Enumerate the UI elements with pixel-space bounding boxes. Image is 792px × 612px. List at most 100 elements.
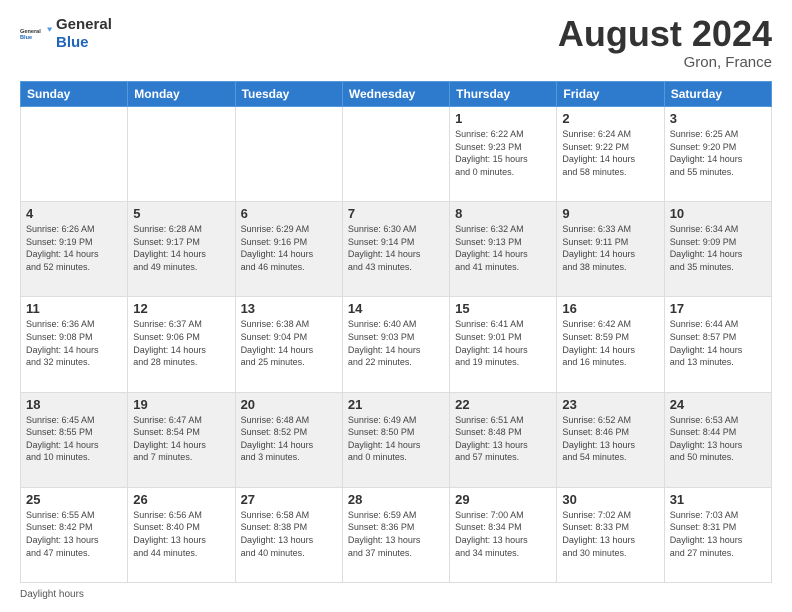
calendar-week-row: 18Sunrise: 6:45 AM Sunset: 8:55 PM Dayli… xyxy=(21,392,772,487)
day-number: 8 xyxy=(455,206,551,221)
footer: Daylight hours xyxy=(20,589,772,600)
col-friday: Friday xyxy=(557,82,664,107)
table-row: 30 Sunrise: 7:02 AM Sunset: 8:33 PM Dayli… xyxy=(557,487,664,582)
col-sunday: Sunday xyxy=(21,82,128,107)
day-info: Sunrise: 6:59 AM Sunset: 8:36 PM Dayligh… xyxy=(348,509,444,559)
day-number: 20 xyxy=(241,397,337,412)
table-row: 19 Sunrise: 6:47 AM Sunset: 8:54 PM Dayli… xyxy=(128,392,235,487)
title-block: August 2024 Gron, France xyxy=(558,16,772,71)
day-number: 24 xyxy=(670,397,766,412)
day-info: Sunrise: 6:56 AM Sunset: 8:40 PM Dayligh… xyxy=(133,509,229,559)
day-number: 29 xyxy=(455,492,551,507)
col-saturday: Saturday xyxy=(664,82,771,107)
day-number: 14 xyxy=(348,301,444,316)
table-row: 18Sunrise: 6:45 AM Sunset: 8:55 PM Dayli… xyxy=(21,392,128,487)
day-number: 15 xyxy=(455,301,551,316)
calendar-table: Sunday Monday Tuesday Wednesday Thursday… xyxy=(20,81,772,583)
col-thursday: Thursday xyxy=(450,82,557,107)
table-row: 11 Sunrise: 6:36 AM Sunset: 9:08 PM Dayli… xyxy=(21,297,128,392)
day-info: Sunrise: 6:48 AM Sunset: 8:52 PM Dayligh… xyxy=(241,414,337,464)
table-row: 13Sunrise: 6:38 AM Sunset: 9:04 PM Dayli… xyxy=(235,297,342,392)
day-number: 1 xyxy=(455,111,551,126)
day-info: Sunrise: 6:51 AM Sunset: 8:48 PM Dayligh… xyxy=(455,414,551,464)
day-info: Sunrise: 6:37 AM Sunset: 9:06 PM Dayligh… xyxy=(133,318,229,368)
col-monday: Monday xyxy=(128,82,235,107)
day-number: 17 xyxy=(670,301,766,316)
month-title: August 2024 xyxy=(558,16,772,52)
day-number: 19 xyxy=(133,397,229,412)
table-row: 22 Sunrise: 6:51 AM Sunset: 8:48 PM Dayli… xyxy=(450,392,557,487)
col-tuesday: Tuesday xyxy=(235,82,342,107)
table-row: 28 Sunrise: 6:59 AM Sunset: 8:36 PM Dayli… xyxy=(342,487,449,582)
day-info: Sunrise: 6:30 AM Sunset: 9:14 PM Dayligh… xyxy=(348,223,444,273)
day-number: 26 xyxy=(133,492,229,507)
day-info: Sunrise: 6:41 AM Sunset: 9:01 PM Dayligh… xyxy=(455,318,551,368)
table-row: 23Sunrise: 6:52 AM Sunset: 8:46 PM Dayli… xyxy=(557,392,664,487)
table-row: 27 Sunrise: 6:58 AM Sunset: 8:38 PM Dayli… xyxy=(235,487,342,582)
day-info: Sunrise: 6:26 AM Sunset: 9:19 PM Dayligh… xyxy=(26,223,122,273)
day-info: Sunrise: 6:22 AM Sunset: 9:23 PM Dayligh… xyxy=(455,128,551,178)
table-row: 7 Sunrise: 6:30 AM Sunset: 9:14 PM Daylig… xyxy=(342,202,449,297)
table-row: 16 Sunrise: 6:42 AM Sunset: 8:59 PM Dayli… xyxy=(557,297,664,392)
day-info: Sunrise: 7:03 AM Sunset: 8:31 PM Dayligh… xyxy=(670,509,766,559)
day-info: Sunrise: 6:42 AM Sunset: 8:59 PM Dayligh… xyxy=(562,318,658,368)
day-info: Sunrise: 6:25 AM Sunset: 9:20 PM Dayligh… xyxy=(670,128,766,178)
day-info: Sunrise: 6:33 AM Sunset: 9:11 PM Dayligh… xyxy=(562,223,658,273)
day-info: Sunrise: 6:58 AM Sunset: 8:38 PM Dayligh… xyxy=(241,509,337,559)
table-row: 25Sunrise: 6:55 AM Sunset: 8:42 PM Dayli… xyxy=(21,487,128,582)
table-row: 1 Sunrise: 6:22 AM Sunset: 9:23 PM Daylig… xyxy=(450,107,557,202)
day-number: 25 xyxy=(26,492,122,507)
day-info: Sunrise: 6:49 AM Sunset: 8:50 PM Dayligh… xyxy=(348,414,444,464)
table-row: 5 Sunrise: 6:28 AM Sunset: 9:17 PM Daylig… xyxy=(128,202,235,297)
day-info: Sunrise: 7:02 AM Sunset: 8:33 PM Dayligh… xyxy=(562,509,658,559)
day-number: 28 xyxy=(348,492,444,507)
table-row xyxy=(235,107,342,202)
day-number: 9 xyxy=(562,206,658,221)
calendar-week-row: 11 Sunrise: 6:36 AM Sunset: 9:08 PM Dayli… xyxy=(21,297,772,392)
table-row: 20 Sunrise: 6:48 AM Sunset: 8:52 PM Dayli… xyxy=(235,392,342,487)
day-number: 5 xyxy=(133,206,229,221)
table-row: 17 Sunrise: 6:44 AM Sunset: 8:57 PM Dayli… xyxy=(664,297,771,392)
table-row: 15 Sunrise: 6:41 AM Sunset: 9:01 PM Dayli… xyxy=(450,297,557,392)
day-number: 18 xyxy=(26,397,122,412)
day-info: Sunrise: 6:36 AM Sunset: 9:08 PM Dayligh… xyxy=(26,318,122,368)
calendar-week-row: 4 Sunrise: 6:26 AM Sunset: 9:19 PM Daylig… xyxy=(21,202,772,297)
table-row: 26 Sunrise: 6:56 AM Sunset: 8:40 PM Dayli… xyxy=(128,487,235,582)
day-number: 27 xyxy=(241,492,337,507)
day-number: 21 xyxy=(348,397,444,412)
day-info: Sunrise: 6:38 AM Sunset: 9:04 PM Dayligh… xyxy=(241,318,337,368)
day-number: 31 xyxy=(670,492,766,507)
day-info: Sunrise: 6:47 AM Sunset: 8:54 PM Dayligh… xyxy=(133,414,229,464)
day-number: 11 xyxy=(26,301,122,316)
table-row: 24 Sunrise: 6:53 AM Sunset: 8:44 PM Dayli… xyxy=(664,392,771,487)
footer-label: Daylight hours xyxy=(20,589,84,600)
page: General Blue General Blue August 2024 Gr… xyxy=(0,0,792,612)
day-number: 4 xyxy=(26,206,122,221)
day-number: 10 xyxy=(670,206,766,221)
table-row: 6 Sunrise: 6:29 AM Sunset: 9:16 PM Daylig… xyxy=(235,202,342,297)
day-info: Sunrise: 6:28 AM Sunset: 9:17 PM Dayligh… xyxy=(133,223,229,273)
table-row: 21 Sunrise: 6:49 AM Sunset: 8:50 PM Dayli… xyxy=(342,392,449,487)
table-row: 10Sunrise: 6:34 AM Sunset: 9:09 PM Dayli… xyxy=(664,202,771,297)
day-info: Sunrise: 6:53 AM Sunset: 8:44 PM Dayligh… xyxy=(670,414,766,464)
table-row: 9 Sunrise: 6:33 AM Sunset: 9:11 PM Daylig… xyxy=(557,202,664,297)
day-number: 30 xyxy=(562,492,658,507)
day-info: Sunrise: 6:44 AM Sunset: 8:57 PM Dayligh… xyxy=(670,318,766,368)
day-info: Sunrise: 6:29 AM Sunset: 9:16 PM Dayligh… xyxy=(241,223,337,273)
day-number: 7 xyxy=(348,206,444,221)
day-number: 16 xyxy=(562,301,658,316)
day-info: Sunrise: 6:24 AM Sunset: 9:22 PM Dayligh… xyxy=(562,128,658,178)
day-number: 2 xyxy=(562,111,658,126)
svg-text:General: General xyxy=(20,29,41,35)
calendar-week-row: 25Sunrise: 6:55 AM Sunset: 8:42 PM Dayli… xyxy=(21,487,772,582)
day-info: Sunrise: 7:00 AM Sunset: 8:34 PM Dayligh… xyxy=(455,509,551,559)
logo: General Blue General Blue xyxy=(20,16,112,52)
calendar-week-row: 1 Sunrise: 6:22 AM Sunset: 9:23 PM Daylig… xyxy=(21,107,772,202)
day-info: Sunrise: 6:40 AM Sunset: 9:03 PM Dayligh… xyxy=(348,318,444,368)
table-row: 14 Sunrise: 6:40 AM Sunset: 9:03 PM Dayli… xyxy=(342,297,449,392)
day-info: Sunrise: 6:32 AM Sunset: 9:13 PM Dayligh… xyxy=(455,223,551,273)
day-number: 6 xyxy=(241,206,337,221)
header: General Blue General Blue August 2024 Gr… xyxy=(20,16,772,71)
day-number: 22 xyxy=(455,397,551,412)
table-row xyxy=(21,107,128,202)
